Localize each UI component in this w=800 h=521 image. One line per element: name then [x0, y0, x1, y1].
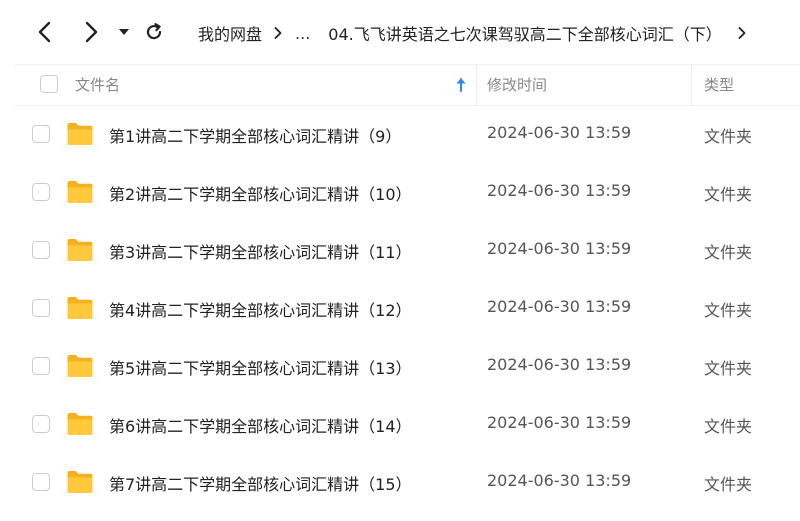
file-row[interactable]: 第1讲高二下学期全部核心词汇精讲（9） 2024-06-30 13:59 文件夹: [14, 106, 800, 164]
row-checkbox[interactable]: [32, 473, 50, 491]
file-modified-time: 2024-06-30 13:59: [487, 239, 632, 258]
column-divider[interactable]: [691, 65, 692, 105]
file-type: 文件夹: [704, 359, 753, 378]
file-modified-time: 2024-06-30 13:59: [487, 181, 632, 200]
row-checkbox[interactable]: [32, 415, 50, 433]
breadcrumb: 我的网盘 ... 04.飞飞讲英语之七次课驾驭高二下全部核心词汇（下）: [198, 20, 759, 46]
file-name[interactable]: 第4讲高二下学期全部核心词汇精讲（12）: [109, 297, 412, 321]
chevron-right-icon: [85, 21, 98, 43]
forward-button[interactable]: [77, 18, 105, 46]
column-divider[interactable]: [476, 65, 477, 105]
file-name[interactable]: 第1讲高二下学期全部核心词汇精讲（9）: [109, 123, 401, 147]
column-header-name[interactable]: 文件名: [75, 65, 120, 105]
folder-icon: [67, 181, 93, 203]
row-checkbox[interactable]: [32, 241, 50, 259]
column-header-type[interactable]: 类型: [704, 65, 734, 105]
file-name[interactable]: 第6讲高二下学期全部核心词汇精讲（14）: [109, 413, 412, 437]
chevron-right-icon: [738, 27, 746, 39]
file-modified-time: 2024-06-30 13:59: [487, 413, 632, 432]
file-type: 文件夹: [704, 475, 753, 494]
arrow-up-icon[interactable]: [454, 77, 468, 93]
file-type: 文件夹: [704, 417, 753, 436]
breadcrumb-current[interactable]: 04.飞飞讲英语之七次课驾驭高二下全部核心词汇（下）: [328, 21, 721, 45]
file-name[interactable]: 第5讲高二下学期全部核心词汇精讲（13）: [109, 355, 412, 379]
file-modified-time: 2024-06-30 13:59: [487, 123, 632, 142]
row-checkbox[interactable]: [32, 299, 50, 317]
file-list-header: 文件名 修改时间 类型: [14, 64, 800, 106]
folder-icon: [67, 355, 93, 377]
chevron-left-icon: [38, 21, 51, 43]
breadcrumb-separator: [274, 27, 282, 39]
file-row[interactable]: 第5讲高二下学期全部核心词汇精讲（13） 2024-06-30 13:59 文件…: [14, 338, 800, 396]
select-all-checkbox[interactable]: [40, 75, 58, 93]
row-checkbox[interactable]: [32, 183, 50, 201]
folder-icon: [67, 413, 93, 435]
folder-icon: [67, 239, 93, 261]
breadcrumb-root[interactable]: 我的网盘: [198, 21, 262, 45]
row-checkbox[interactable]: [32, 125, 50, 143]
history-dropdown-button[interactable]: [110, 18, 138, 46]
file-row[interactable]: 第3讲高二下学期全部核心词汇精讲（11） 2024-06-30 13:59 文件…: [14, 222, 800, 280]
file-modified-time: 2024-06-30 13:59: [487, 471, 632, 490]
folder-icon: [67, 123, 93, 145]
column-header-modified[interactable]: 修改时间: [487, 65, 547, 105]
navigation-bar: 我的网盘 ... 04.飞飞讲英语之七次课驾驭高二下全部核心词汇（下）: [0, 0, 800, 64]
refresh-button[interactable]: [140, 18, 168, 46]
file-type: 文件夹: [704, 127, 753, 146]
file-name[interactable]: 第7讲高二下学期全部核心词汇精讲（15）: [109, 471, 412, 495]
file-row[interactable]: 第2讲高二下学期全部核心词汇精讲（10） 2024-06-30 13:59 文件…: [14, 164, 800, 222]
file-row[interactable]: 第4讲高二下学期全部核心词汇精讲（12） 2024-06-30 13:59 文件…: [14, 280, 800, 338]
back-button[interactable]: [31, 18, 59, 46]
row-checkbox[interactable]: [32, 357, 50, 375]
file-name[interactable]: 第3讲高二下学期全部核心词汇精讲（11）: [109, 239, 412, 263]
file-name[interactable]: 第2讲高二下学期全部核心词汇精讲（10）: [109, 181, 412, 205]
refresh-icon: [146, 23, 162, 40]
chevron-right-icon: [274, 27, 282, 39]
file-modified-time: 2024-06-30 13:59: [487, 297, 632, 316]
file-modified-time: 2024-06-30 13:59: [487, 355, 632, 374]
file-type: 文件夹: [704, 185, 753, 204]
breadcrumb-ellipsis[interactable]: ...: [295, 24, 310, 43]
file-type: 文件夹: [704, 301, 753, 320]
file-row[interactable]: 第6讲高二下学期全部核心词汇精讲（14） 2024-06-30 13:59 文件…: [14, 396, 800, 454]
folder-icon: [67, 297, 93, 319]
folder-icon: [67, 471, 93, 493]
breadcrumb-more-button[interactable]: [738, 27, 746, 39]
file-type: 文件夹: [704, 243, 753, 262]
caret-down-icon: [119, 29, 129, 35]
file-row[interactable]: 第7讲高二下学期全部核心词汇精讲（15） 2024-06-30 13:59 文件…: [14, 454, 800, 512]
